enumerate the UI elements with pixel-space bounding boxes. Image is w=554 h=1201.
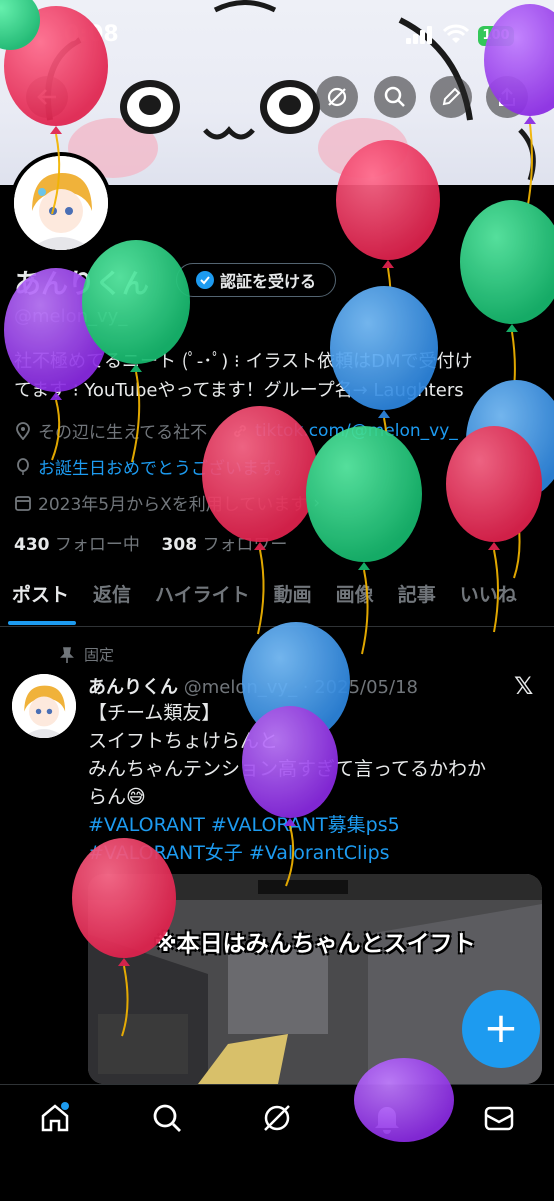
post-line: 【チーム類友】 <box>88 702 221 724</box>
home-icon[interactable] <box>38 1101 72 1135</box>
avatar-illustration <box>12 674 76 738</box>
tab-highlights[interactable]: ハイライト <box>143 578 262 626</box>
post-avatar[interactable] <box>12 674 76 738</box>
tab-posts[interactable]: ポスト <box>0 578 81 626</box>
followers-link[interactable]: 308 フォロワー <box>162 535 288 555</box>
bio-line: てます ⁝ YouTubeやってます！グループ名→ Laughters <box>14 380 464 401</box>
messages-mail-icon[interactable] <box>482 1101 516 1135</box>
wifi-icon <box>443 24 469 43</box>
post-hashtags[interactable]: #VALORANT女子 #ValorantClips <box>88 839 528 867</box>
profile-avatar[interactable] <box>10 152 112 254</box>
birthday-text: お誕生日おめでとうございます。 <box>38 459 292 479</box>
tab-replies[interactable]: 返信 <box>81 578 143 626</box>
link-icon <box>234 424 247 437</box>
post-hashtags[interactable]: #VALORANT #VALORANT募集ps5 <box>88 811 528 839</box>
bottom-navigation <box>0 1084 554 1201</box>
profile-handle: @melon_vy_ <box>14 306 128 327</box>
post-line: らん😅 <box>88 786 146 808</box>
post-text: 【チーム類友】 スイフトちょけらんと みんちゃんテンション高すぎて言ってるかわか… <box>88 699 528 867</box>
profile-tabs: ポスト 返信 ハイライト 動画 画像 記事 いいね <box>0 578 554 626</box>
post-line: スイフトちょけらんと <box>88 730 279 752</box>
status-time: 0:08 <box>64 22 119 47</box>
pin-icon <box>60 646 74 663</box>
followers-label: フォロワー <box>202 535 288 555</box>
compose-post-button[interactable]: + <box>462 990 540 1068</box>
search-icon <box>384 86 405 107</box>
tab-images[interactable]: 画像 <box>324 578 386 626</box>
balloon-icon <box>17 457 29 475</box>
display-name: あんりくん <box>14 269 149 300</box>
profile-bio: 社不極めてるニート (ﾟ-･ﾟ) ⁝ イラスト依頼はDMで受付け てます ⁝ Y… <box>14 347 540 405</box>
grok-button[interactable] <box>316 76 358 118</box>
location-text: その辺に生えてる社不 <box>38 423 208 443</box>
tab-videos[interactable]: 動画 <box>262 578 324 626</box>
battery-indicator: 100 <box>478 26 514 46</box>
get-verified-label: 認証を受ける <box>219 272 316 291</box>
joined-text: 2023年5月からXを利用しています <box>38 495 308 515</box>
following-count: 430 <box>14 535 50 555</box>
meta-row-birthday: お誕生日おめでとうございます。 <box>14 454 291 479</box>
x-logo-icon: 𝕏 <box>514 672 534 700</box>
location-pin-icon <box>16 421 30 440</box>
following-label: フォロー中 <box>54 535 140 555</box>
avatar-illustration <box>14 156 108 250</box>
pinned-label: 固定 <box>84 646 115 664</box>
divider <box>0 626 554 627</box>
meta-row-location-link: その辺に生えてる社不 tiktok.com/@melon_vy_ <box>14 418 458 443</box>
post-header: あんりくん @melon_vy_ · 2025/05/18 <box>88 673 418 699</box>
bio-line: 社不極めてるニート (ﾟ-･ﾟ) ⁝ イラスト依頼はDMで受付け <box>14 351 473 372</box>
edit-button[interactable] <box>430 76 472 118</box>
verified-badge-icon <box>195 271 214 289</box>
meta-row-joined: 2023年5月からXを利用しています › <box>14 490 320 515</box>
chevron-right-icon: › <box>313 492 321 513</box>
share-button[interactable] <box>486 76 528 118</box>
pencil-icon <box>442 87 461 106</box>
grok-icon <box>327 87 347 107</box>
search-icon[interactable] <box>150 1101 184 1135</box>
post-author-name[interactable]: あんりくん <box>88 677 178 698</box>
back-arrow-icon <box>37 89 56 105</box>
pinned-label-row: 固定 <box>58 644 114 665</box>
following-link[interactable]: 430 フォロー中 <box>14 535 140 555</box>
signal-icon <box>406 26 432 44</box>
tab-active-indicator <box>8 621 76 625</box>
follow-stats: 430 フォロー中 308 フォロワー <box>14 530 287 555</box>
tab-articles[interactable]: 記事 <box>386 578 448 626</box>
profile-link[interactable]: tiktok.com/@melon_vy_ <box>255 421 458 441</box>
grok-icon[interactable] <box>260 1101 294 1135</box>
post-handle-date: @melon_vy_ · 2025/05/18 <box>183 677 418 698</box>
get-verified-button[interactable]: 認証を受ける <box>176 263 336 297</box>
notifications-bell-icon[interactable] <box>370 1101 404 1135</box>
share-icon <box>499 87 515 106</box>
tab-likes[interactable]: いいね <box>448 578 529 626</box>
back-button[interactable] <box>26 76 68 118</box>
calendar-icon <box>15 495 31 511</box>
video-caption: ※本日はみんちゃんとスイフト <box>154 931 476 957</box>
balloon <box>466 380 554 579</box>
post-line: みんちゃんテンション高すぎて言ってるかわか <box>88 758 487 780</box>
followers-count: 308 <box>161 535 198 555</box>
search-button[interactable] <box>374 76 416 118</box>
